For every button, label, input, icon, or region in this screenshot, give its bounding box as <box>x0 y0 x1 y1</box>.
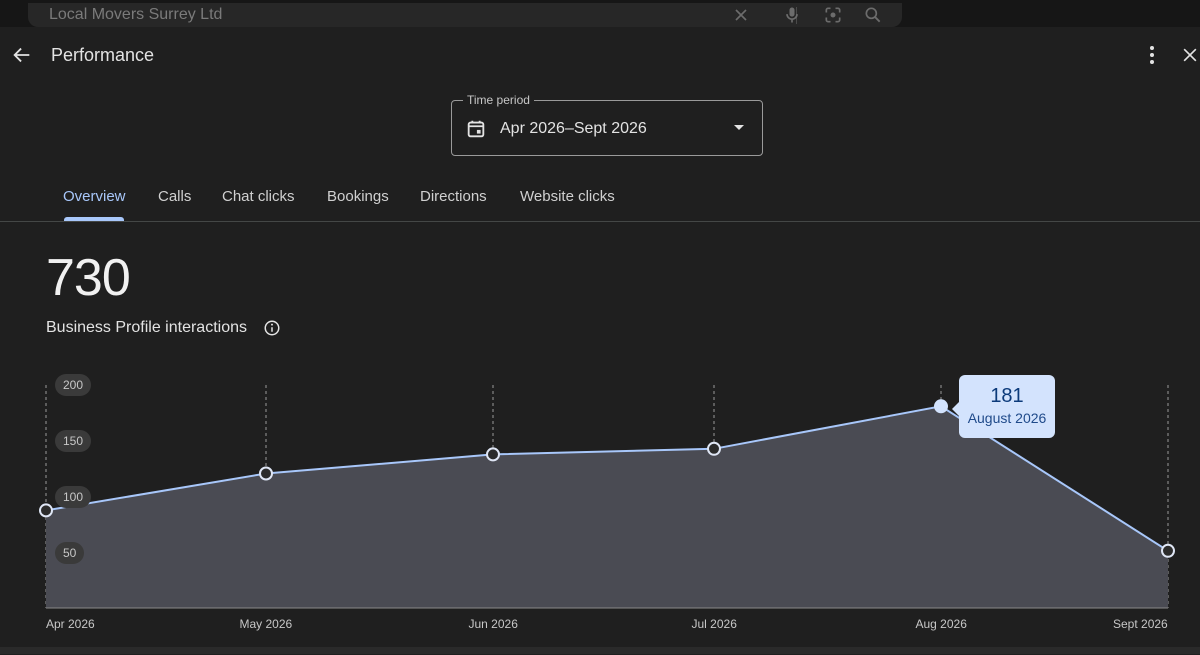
tab-bar: Overview Calls Chat clicks Bookings Dire… <box>0 178 1200 221</box>
y-tick-label: 50 <box>55 542 85 564</box>
data-point-1 <box>259 466 273 481</box>
more-options-button[interactable] <box>1140 43 1164 67</box>
time-period-value: Apr 2026–Sept 2026 <box>500 120 647 137</box>
chart-tooltip: 181 August 2026 <box>952 375 1055 438</box>
y-tick-label: 200 <box>55 374 92 396</box>
data-point-0 <box>39 503 53 518</box>
search-query[interactable]: Local Movers Surrey Ltd <box>49 6 222 24</box>
metric-label: Business Profile interactions <box>46 319 247 336</box>
tab-directions[interactable]: Directions <box>420 188 487 205</box>
calendar-icon <box>467 120 485 138</box>
total-interactions-value: 730 <box>46 249 131 307</box>
time-period-label: Time period <box>463 93 534 107</box>
time-period-select[interactable]: Time period Apr 2026–Sept 2026 <box>451 93 763 156</box>
search-bar[interactable]: Local Movers Surrey Ltd <box>28 3 902 27</box>
mic-icon[interactable] <box>782 5 802 25</box>
info-icon[interactable] <box>263 319 281 337</box>
tab-chat-clicks[interactable]: Chat clicks <box>222 188 295 205</box>
tab-overview[interactable]: Overview <box>63 188 126 205</box>
close-button[interactable] <box>1180 43 1200 67</box>
x-tick-label: Aug 2026 <box>915 617 967 631</box>
data-point-4 <box>934 399 948 414</box>
lens-icon[interactable] <box>823 5 843 25</box>
data-point-3 <box>707 441 721 456</box>
bottom-strip <box>0 647 1200 654</box>
tab-website-clicks[interactable]: Website clicks <box>520 188 615 205</box>
tab-calls[interactable]: Calls <box>158 188 191 205</box>
x-tick-label: May 2026 <box>239 617 293 631</box>
arrow-back-icon <box>13 47 30 63</box>
tooltip-label: August 2026 <box>967 410 1047 426</box>
page-title: Performance <box>51 45 155 65</box>
dropdown-arrow-icon <box>734 125 744 130</box>
x-tick-label: Sept 2026 <box>1113 617 1168 631</box>
tooltip-value: 181 <box>990 385 1024 407</box>
close-icon <box>1183 48 1197 62</box>
back-button[interactable] <box>10 43 34 67</box>
more-vert-icon <box>1150 46 1154 64</box>
x-tick-label: Jun 2026 <box>468 617 518 631</box>
x-tick-label: Apr 2026 <box>46 617 95 631</box>
y-tick-label: 100 <box>55 486 92 508</box>
tab-bookings[interactable]: Bookings <box>327 188 389 205</box>
data-point-5 <box>1161 543 1175 558</box>
close-icon[interactable] <box>731 5 751 25</box>
y-tick-label: 150 <box>55 430 92 452</box>
tab-divider <box>0 221 1200 222</box>
x-tick-label: Jul 2026 <box>691 617 737 631</box>
data-point-2 <box>486 447 500 462</box>
search-icon[interactable] <box>863 5 883 25</box>
